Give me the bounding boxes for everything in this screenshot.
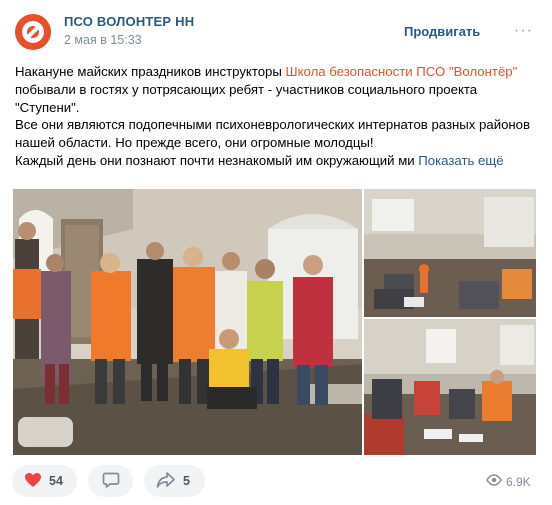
post-card: ПСО ВОЛОНТЕР НН 2 мая в 15:33 Продвигать…: [0, 0, 552, 505]
text-part: Каждый день они познают почти незнакомый…: [15, 152, 415, 168]
logo-icon: [22, 21, 44, 43]
share-count: 5: [183, 474, 190, 488]
text-paragraph-3: Каждый день они познают почти незнакомый…: [15, 152, 540, 170]
photo-thumbnail-2-image: [364, 319, 536, 455]
share-icon: [156, 471, 176, 492]
views-counter: 6.9K: [486, 474, 531, 489]
show-more-link[interactable]: Показать ещё: [415, 153, 503, 168]
photo-thumbnail-2[interactable]: [364, 319, 536, 455]
text-part: Накануне майских праздников инструкторы: [15, 64, 286, 79]
author-name[interactable]: ПСО ВОЛОНТЕР НН: [64, 14, 194, 29]
photo-thumbnail-1-image: [364, 189, 536, 317]
photo-main-image: [13, 189, 362, 455]
comment-icon: [102, 471, 120, 492]
share-button[interactable]: 5: [144, 465, 205, 497]
photo-main[interactable]: [13, 189, 362, 455]
text-paragraph-2: Все они являются подопечными психоневрол…: [15, 117, 531, 151]
community-avatar[interactable]: [15, 14, 51, 50]
text-paragraph-1: Накануне майских праздников инструкторы …: [15, 63, 540, 116]
heart-icon: [24, 472, 42, 491]
like-count: 54: [49, 474, 63, 488]
eye-icon: [486, 474, 502, 489]
text-part: побывали в гостях у потрясающих ребят - …: [15, 81, 478, 115]
post-text: Накануне майских праздников инструкторы …: [15, 63, 540, 170]
more-options-icon[interactable]: ···: [514, 22, 538, 39]
like-button[interactable]: 54: [12, 465, 77, 497]
mention-link[interactable]: Школа безопасности ПСО "Волонтёр": [286, 64, 518, 79]
comment-button[interactable]: [88, 465, 133, 497]
promote-button[interactable]: Продвигать: [404, 24, 480, 39]
photo-thumbnail-1[interactable]: [364, 189, 536, 317]
views-count: 6.9K: [506, 474, 531, 489]
post-date[interactable]: 2 мая в 15:33: [64, 33, 142, 47]
